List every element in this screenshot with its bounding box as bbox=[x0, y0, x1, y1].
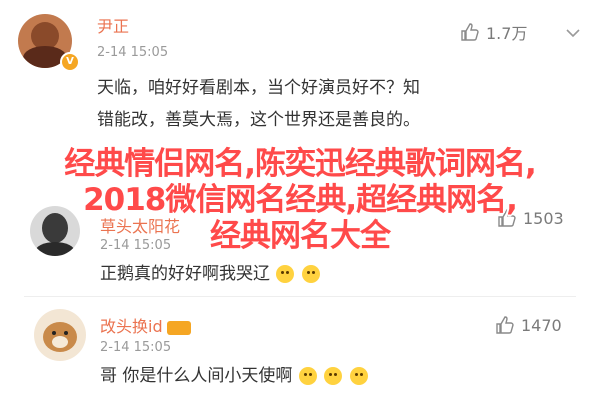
comment-username[interactable]: 改头换id bbox=[100, 313, 191, 337]
overlay-caption-line: 2018微信网名经典,超经典网名, bbox=[83, 182, 518, 218]
comment-text-line: 天临，咱好好看剧本，当个好演员好不？知 bbox=[97, 78, 420, 98]
crying-emoji-icon bbox=[324, 367, 343, 385]
crying-emoji-icon bbox=[298, 367, 317, 385]
comment-text-line: 哥 你是什么人间小天使啊 bbox=[100, 366, 293, 386]
comment-text-line: 错能改，善莫大焉，这个世界还是善良的。 bbox=[97, 110, 420, 130]
verified-badge-icon: V bbox=[60, 52, 80, 72]
comment-list-screen: V 尹正 2-14 15:05 1.7万 天临，咱好好看剧本，当个好演员好不？知… bbox=[0, 0, 600, 400]
avatar[interactable] bbox=[34, 309, 86, 361]
comment-text-line: 正鹅真的好好啊我哭辽 bbox=[100, 264, 270, 284]
username-text: 改头换id bbox=[100, 317, 163, 336]
like-count: 1.7万 bbox=[486, 24, 528, 43]
crying-emoji-icon bbox=[276, 265, 295, 283]
overlay-caption-line: 经典情侣网名,陈奕迅经典歌词网名, bbox=[64, 146, 537, 182]
crying-emoji-icon bbox=[349, 367, 368, 385]
like-button[interactable]: 1470 bbox=[495, 315, 562, 335]
like-count: 1470 bbox=[521, 315, 562, 335]
overlay-caption-line: 经典网名大全 bbox=[210, 218, 391, 254]
thumbs-up-icon bbox=[461, 23, 479, 41]
vip-badge-icon bbox=[166, 320, 191, 335]
comment-time: 2-14 15:05 bbox=[100, 340, 172, 355]
chevron-down-icon[interactable] bbox=[564, 24, 582, 42]
overlay-caption: 经典情侣网名,陈奕迅经典歌词网名, 2018微信网名经典,超经典网名, 经典网名… bbox=[10, 146, 590, 254]
comment-time: 2-14 15:05 bbox=[97, 45, 169, 60]
comment-text: 天临，咱好好看剧本，当个好演员好不？知 错能改，善莫大焉，这个世界还是善良的。 bbox=[97, 72, 577, 136]
comment-username[interactable]: 尹正 bbox=[97, 13, 129, 37]
comment-text: 正鹅真的好好啊我哭辽 bbox=[100, 258, 321, 290]
thumbs-up-icon bbox=[496, 316, 514, 334]
comment-text: 哥 你是什么人间小天使啊 bbox=[100, 360, 369, 392]
divider bbox=[24, 296, 576, 297]
like-button[interactable]: 1.7万 bbox=[460, 20, 527, 44]
crying-emoji-icon bbox=[301, 265, 320, 283]
